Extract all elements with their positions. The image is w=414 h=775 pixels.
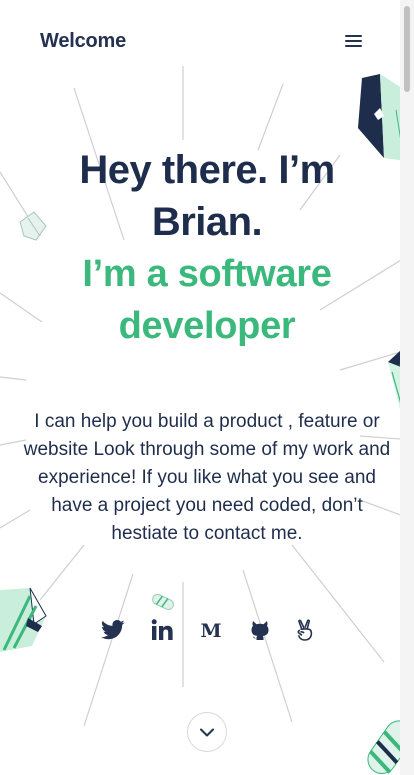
- github-icon[interactable]: [246, 614, 274, 646]
- background-decoration: [0, 66, 414, 774]
- hero-greeting: Hey there. I’m Brian.: [79, 148, 335, 244]
- social-links: M: [0, 614, 414, 648]
- angellist-icon[interactable]: [291, 614, 319, 646]
- scroll-down-button[interactable]: [187, 712, 227, 752]
- brand-title[interactable]: Welcome: [40, 30, 126, 53]
- pill-shape-small: [152, 593, 174, 611]
- page-scrollbar[interactable]: [400, 0, 414, 775]
- site-header: Welcome: [0, 0, 400, 80]
- chevron-down-icon: [200, 728, 214, 736]
- medium-icon[interactable]: M: [197, 614, 225, 646]
- twitter-icon[interactable]: [99, 614, 127, 646]
- hero-description: I can help you build a product , feature…: [23, 411, 391, 544]
- linkedin-icon[interactable]: [148, 614, 176, 646]
- hero-role: I’m a software developer: [82, 253, 332, 347]
- scrollbar-thumb[interactable]: [404, 6, 410, 92]
- svg-text:M: M: [200, 621, 221, 639]
- hamburger-icon[interactable]: [344, 33, 364, 49]
